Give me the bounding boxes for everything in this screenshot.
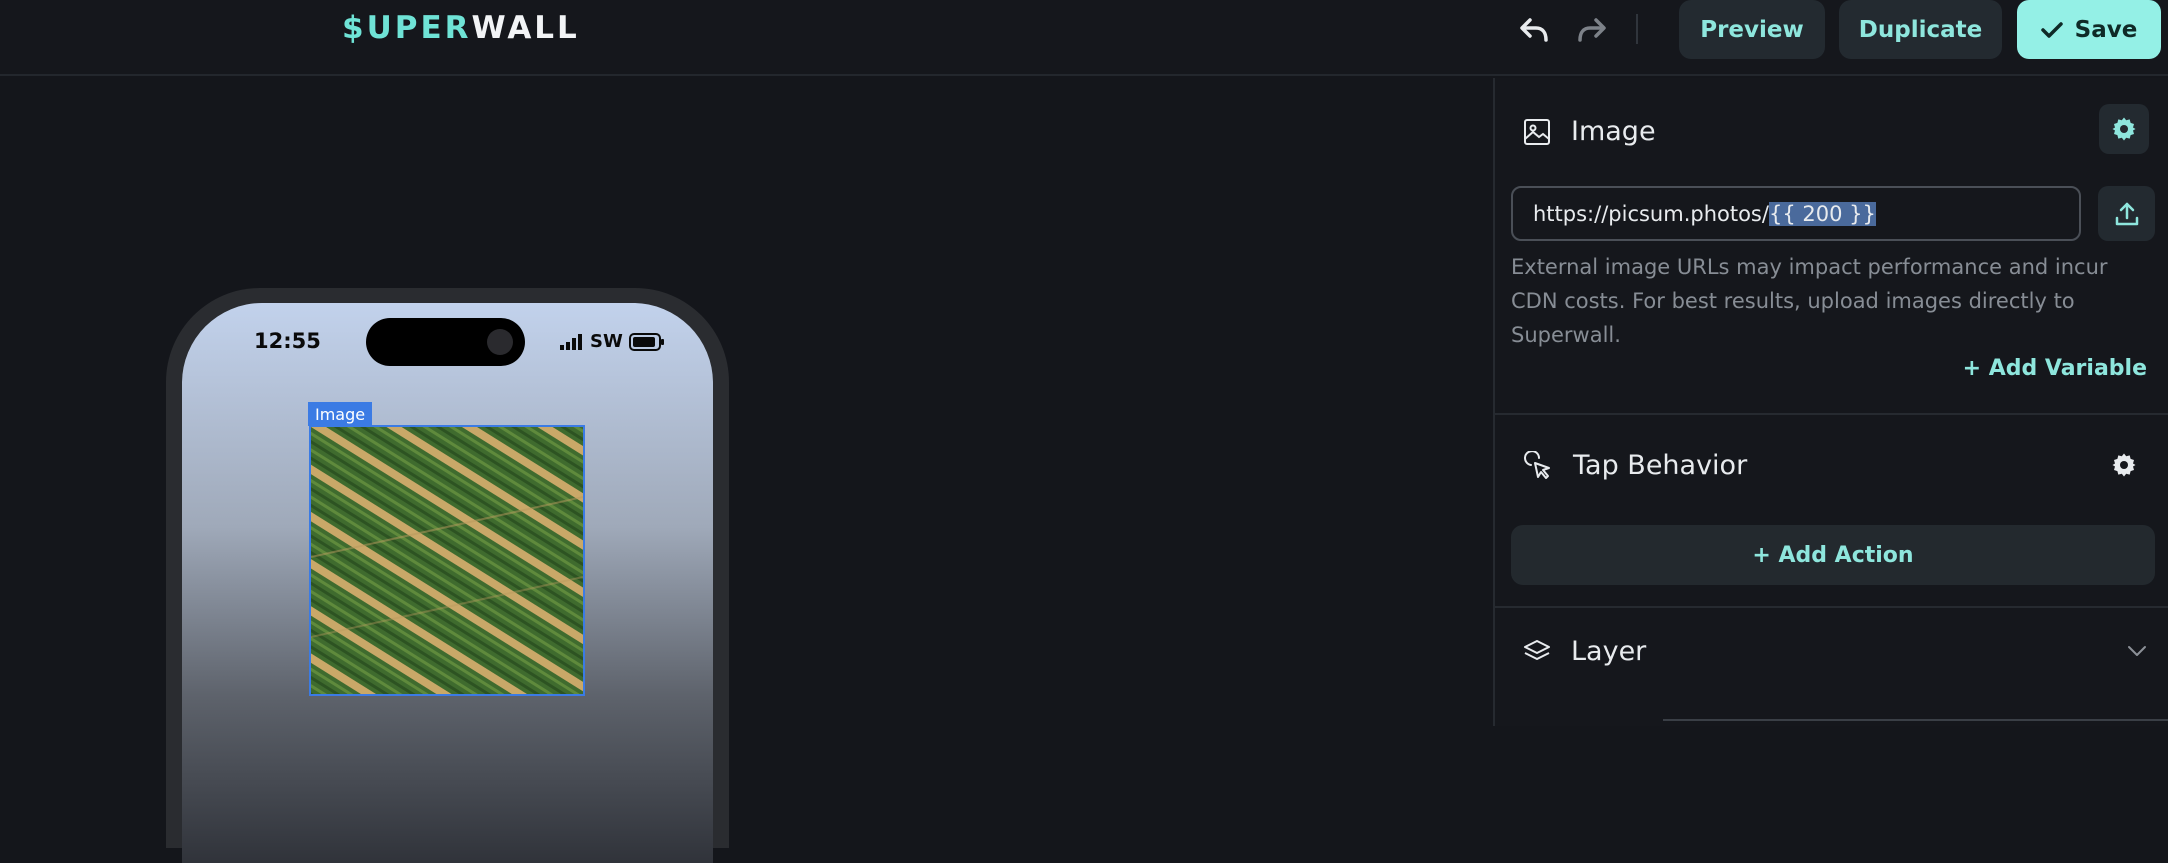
- add-variable-link[interactable]: + Add Variable: [1963, 356, 2147, 381]
- logo-text: WALL: [471, 10, 580, 46]
- carrier-name: SW: [590, 331, 623, 352]
- tap-cursor-icon: [1524, 450, 1550, 479]
- check-icon: [2040, 21, 2063, 38]
- section-divider: [1495, 606, 2168, 608]
- redo-icon: [1578, 18, 1606, 42]
- editor-canvas[interactable]: 12:55 SW Image: [0, 78, 1493, 863]
- section-divider: [1495, 413, 2168, 415]
- url-prefix: https://picsum.photos/: [1533, 201, 1769, 226]
- duplicate-button[interactable]: Duplicate: [1839, 0, 2002, 59]
- undo-icon: [1520, 18, 1548, 42]
- camera-icon: [487, 329, 513, 355]
- image-settings-button[interactable]: [2099, 104, 2149, 154]
- external-url-hint: External image URLs may impact performan…: [1511, 255, 2108, 347]
- tap-section-header: Tap Behavior: [1523, 450, 1747, 481]
- tap-settings-button[interactable]: [2099, 440, 2149, 490]
- image-section-header: Image: [1523, 116, 1656, 147]
- phone-screen[interactable]: 12:55 SW Image: [182, 303, 713, 863]
- layer-section-title: Layer: [1571, 636, 1647, 667]
- status-indicators: SW: [560, 331, 665, 352]
- image-icon: [1524, 118, 1550, 145]
- layer-expand-toggle[interactable]: [2126, 643, 2148, 662]
- dynamic-island: [366, 318, 525, 366]
- superwall-logo[interactable]: $UPERWALL: [342, 10, 580, 46]
- image-url-input[interactable]: https://picsum.photos/{{ 200 }}: [1511, 186, 2081, 241]
- tap-section-title: Tap Behavior: [1573, 450, 1748, 481]
- save-button[interactable]: Save: [2017, 0, 2161, 59]
- upload-image-button[interactable]: [2098, 186, 2155, 241]
- properties-panel: Image https://picsum.photos/{{ 200 }} Ex…: [1493, 78, 2168, 726]
- top-bar: $UPERWALL Preview Duplicate Save: [0, 0, 2168, 76]
- add-action-button[interactable]: + Add Action: [1511, 525, 2155, 585]
- save-button-label: Save: [2074, 16, 2138, 43]
- undo-button[interactable]: [1514, 12, 1554, 48]
- gear-icon: [2112, 453, 2136, 477]
- redo-button[interactable]: [1572, 12, 1612, 48]
- signal-icon: [560, 333, 582, 350]
- layer-section-header[interactable]: Layer: [1523, 636, 1646, 667]
- layer-controls-edge: [1663, 719, 2168, 726]
- gear-icon: [2112, 117, 2136, 141]
- phone-frame: 12:55 SW Image: [166, 288, 729, 863]
- preview-button[interactable]: Preview: [1679, 0, 1825, 59]
- battery-icon: [628, 332, 664, 351]
- logo-text-accent: $UPER: [342, 10, 472, 46]
- selected-image[interactable]: [309, 425, 585, 696]
- toolbar-divider: [1636, 14, 1638, 44]
- selected-element-tag: Image: [308, 402, 373, 426]
- upload-icon: [2115, 202, 2138, 225]
- url-variable-selection: {{ 200 }}: [1768, 201, 1876, 226]
- image-section-title: Image: [1571, 116, 1656, 147]
- field-photo-image: [311, 427, 583, 694]
- chevron-down-icon: [2128, 646, 2146, 656]
- layers-icon: [1524, 639, 1550, 660]
- status-time: 12:55: [254, 329, 321, 353]
